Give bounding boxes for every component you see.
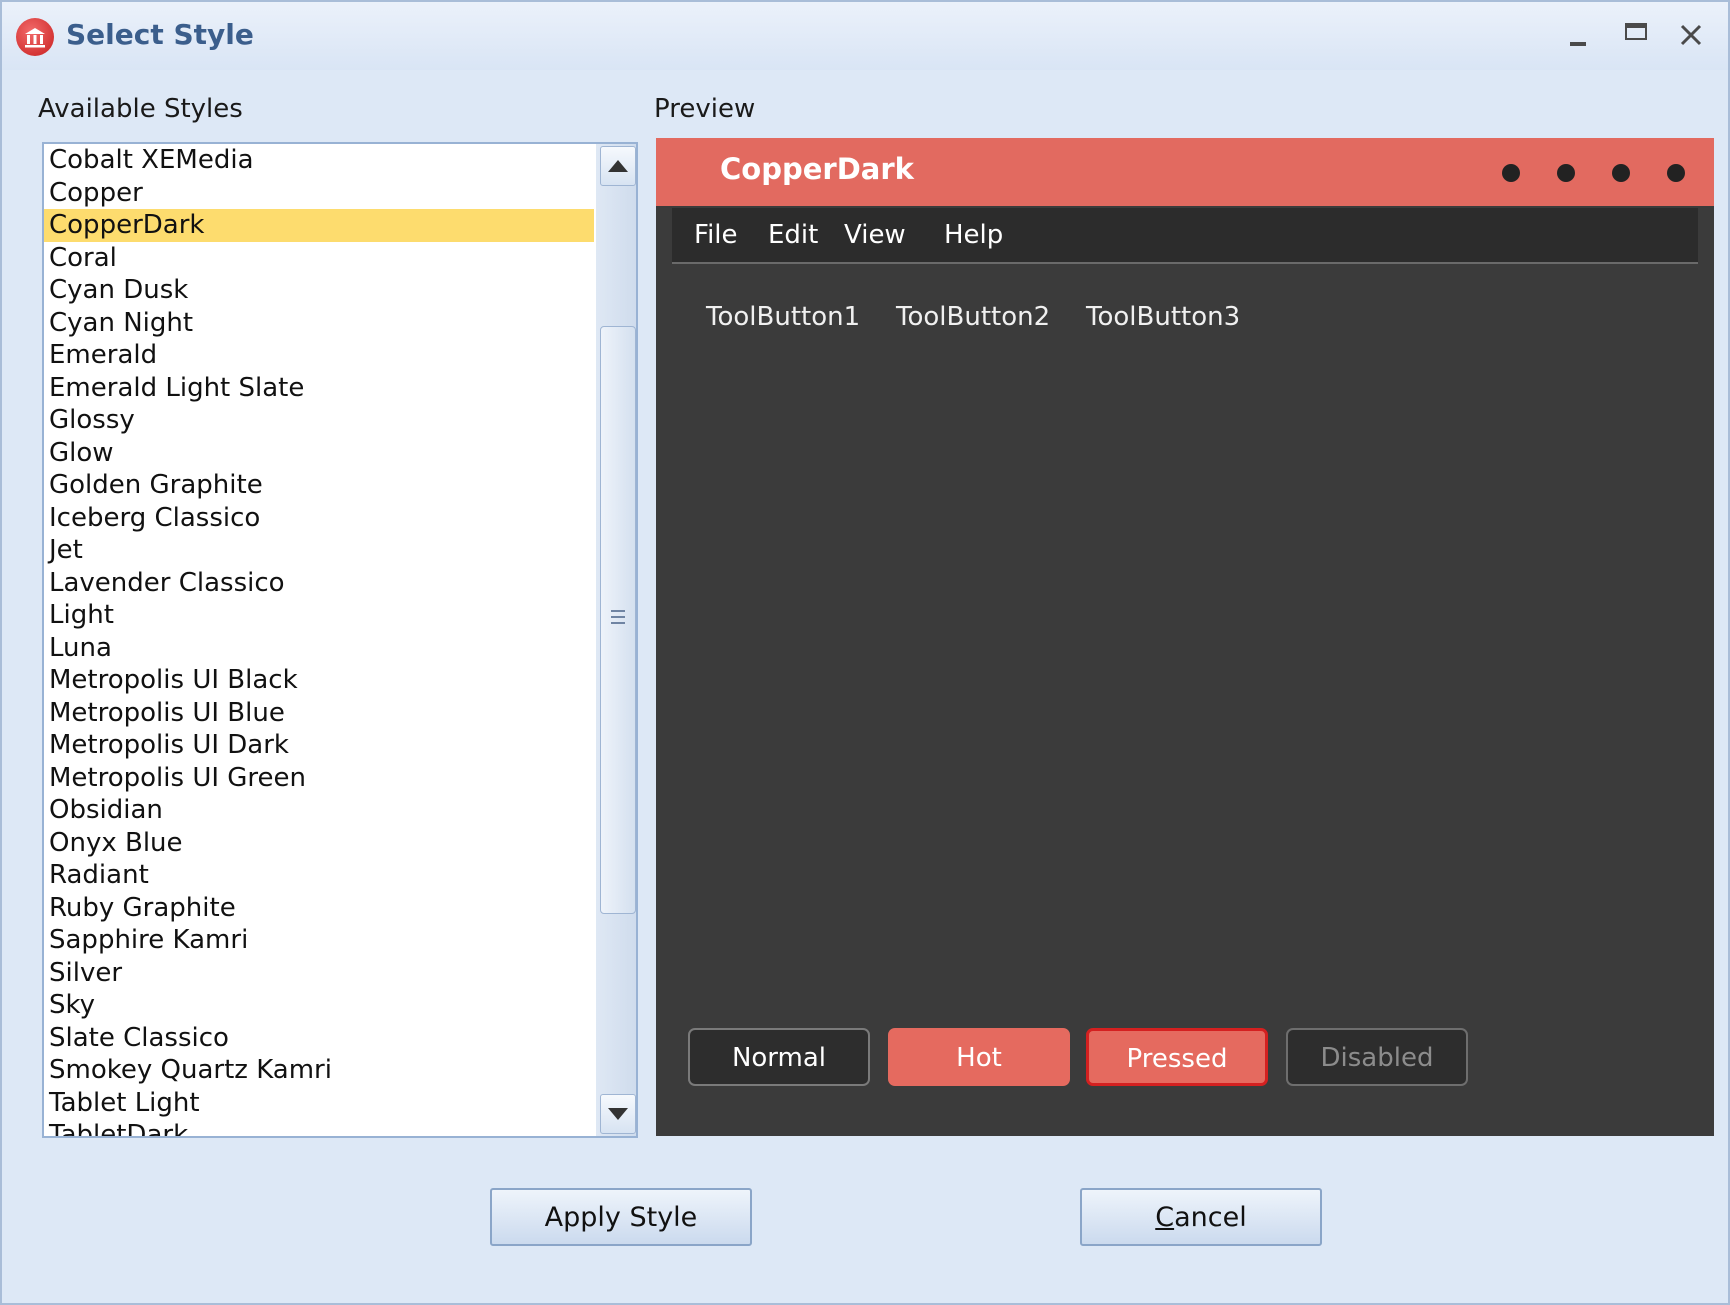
style-list-item[interactable]: Metropolis UI Black [44, 664, 594, 697]
preview-dot-icon [1557, 164, 1575, 182]
style-list-item[interactable]: Coral [44, 242, 594, 275]
style-list-item[interactable]: Glossy [44, 404, 594, 437]
styles-list[interactable]: Cobalt XEMedia Copper CopperDark Coral Cyan … [44, 144, 594, 1136]
style-list-item[interactable]: Iceberg Classico [44, 502, 594, 535]
style-list-item[interactable]: Lavender Classico [44, 567, 594, 600]
preview-menubar: File Edit View Help [672, 208, 1698, 264]
close-icon [1680, 24, 1702, 46]
window-title: Select Style [66, 18, 254, 51]
preview-disabled-button: Disabled [1286, 1028, 1468, 1086]
styles-listbox[interactable]: Cobalt XEMedia Copper CopperDark Coral Cyan … [42, 142, 638, 1138]
arrow-up-icon [608, 160, 628, 172]
preview-toolbutton-1: ToolButton1 [706, 302, 861, 332]
apply-style-button[interactable]: Apply Style [490, 1188, 752, 1246]
style-list-item[interactable]: Silver [44, 957, 594, 990]
preview-title-bar: CopperDark [656, 138, 1714, 206]
style-list-item[interactable]: Cyan Dusk [44, 274, 594, 307]
preview-title: CopperDark [720, 152, 914, 186]
preview-dot-icon [1667, 164, 1685, 182]
preview-dot-icon [1612, 164, 1630, 182]
style-list-item[interactable]: Obsidian [44, 794, 594, 827]
style-list-item[interactable]: Metropolis UI Blue [44, 697, 594, 730]
style-list-item[interactable]: Ruby Graphite [44, 892, 594, 925]
style-list-item[interactable]: Onyx Blue [44, 827, 594, 860]
preview-menu-file: File [694, 220, 738, 250]
arrow-down-icon [608, 1108, 628, 1120]
cancel-button[interactable]: Cancel [1080, 1188, 1322, 1246]
style-preview-pane: CopperDark File Edit View Help ToolButto… [656, 138, 1714, 1136]
cancel-label: ancel [1174, 1202, 1247, 1233]
style-list-item[interactable]: Metropolis UI Green [44, 762, 594, 795]
style-list-item[interactable]: Sky [44, 989, 594, 1022]
preview-label: Preview [654, 94, 756, 124]
style-list-item[interactable]: Light [44, 599, 594, 632]
scrollbar-thumb[interactable] [600, 326, 636, 914]
cancel-accelerator: C [1155, 1202, 1175, 1233]
select-style-dialog: Select Style Available Styles Preview Co… [0, 0, 1730, 1305]
preview-dot-icon [1502, 164, 1520, 182]
app-icon [16, 18, 54, 56]
preview-menu-view: View [844, 220, 906, 250]
available-styles-label: Available Styles [38, 94, 243, 124]
style-list-item[interactable]: Smokey Quartz Kamri [44, 1054, 594, 1087]
minimize-icon [1570, 42, 1586, 46]
style-list-item[interactable]: Jet [44, 534, 594, 567]
style-list-item[interactable]: Tablet Light [44, 1087, 594, 1120]
style-list-item[interactable]: TabletDark [44, 1119, 594, 1136]
close-button[interactable] [1670, 16, 1714, 56]
style-list-item[interactable]: Luna [44, 632, 594, 665]
preview-hot-button: Hot [888, 1028, 1070, 1086]
style-list-item[interactable]: Cobalt XEMedia [44, 144, 594, 177]
title-bar: Select Style [2, 2, 1728, 70]
preview-pressed-button: Pressed [1086, 1028, 1268, 1086]
preview-menu-help: Help [944, 220, 1004, 250]
preview-menu-edit: Edit [768, 220, 819, 250]
maximize-button[interactable] [1616, 16, 1660, 56]
scroll-up-button[interactable] [600, 146, 636, 186]
style-list-item[interactable]: Radiant [44, 859, 594, 892]
grip-icon [611, 610, 625, 624]
scroll-down-button[interactable] [600, 1094, 636, 1134]
preview-normal-button: Normal [688, 1028, 870, 1086]
style-list-item[interactable]: Slate Classico [44, 1022, 594, 1055]
preview-toolbutton-3: ToolButton3 [1086, 302, 1241, 332]
style-list-item[interactable]: Cyan Night [44, 307, 594, 340]
style-list-item[interactable]: Emerald Light Slate [44, 372, 594, 405]
style-list-item[interactable]: Sapphire Kamri [44, 924, 594, 957]
style-list-item[interactable]: Golden Graphite [44, 469, 594, 502]
minimize-button[interactable] [1558, 16, 1602, 56]
style-list-item[interactable]: Copper [44, 177, 594, 210]
style-list-item[interactable]: CopperDark [44, 209, 594, 242]
style-list-item[interactable]: Glow [44, 437, 594, 470]
style-list-item[interactable]: Emerald [44, 339, 594, 372]
vertical-scrollbar[interactable] [596, 144, 636, 1136]
style-list-item[interactable]: Metropolis UI Dark [44, 729, 594, 762]
preview-toolbutton-2: ToolButton2 [896, 302, 1051, 332]
